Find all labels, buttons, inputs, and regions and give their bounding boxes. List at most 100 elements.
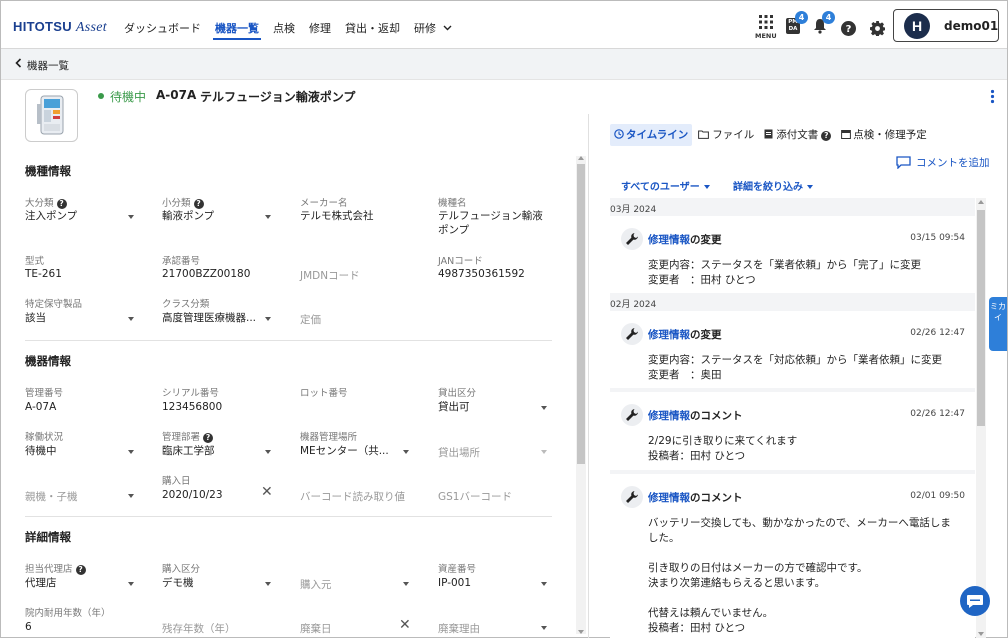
durable-years-label: 院内耐用年数（年）: [25, 608, 111, 619]
dropdown-arrow-icon[interactable]: [265, 215, 271, 219]
dropdown-arrow-icon[interactable]: [265, 450, 271, 454]
timeline-scrollbar[interactable]: [976, 198, 986, 638]
approval-no-label: 承認番号: [162, 256, 201, 267]
dropdown-arrow-icon[interactable]: [403, 450, 409, 454]
more-vert-icon[interactable]: [990, 89, 995, 104]
purchase-type-label: 購入区分: [162, 564, 201, 575]
clear-icon[interactable]: ✕: [399, 617, 411, 633]
asset-no-value[interactable]: IP-001: [438, 576, 471, 590]
scroll-thumb[interactable]: [977, 210, 985, 426]
detail-filter-dropdown[interactable]: 詳細を絞り込み: [733, 178, 813, 193]
nav-inspection[interactable]: 点検: [266, 1, 302, 49]
tab-files[interactable]: ファイル: [694, 124, 758, 146]
approval-no-value[interactable]: 21700BZZ00180: [162, 267, 250, 281]
dropdown-arrow-icon[interactable]: [128, 494, 134, 498]
user-name: demo01: [944, 19, 999, 33]
notifications-button[interactable]: 4: [813, 11, 835, 36]
lending-select[interactable]: 貸出可: [438, 400, 470, 414]
purchase-from-select[interactable]: 購入元: [300, 577, 332, 592]
dropdown-arrow-icon[interactable]: [128, 215, 134, 219]
dropdown-arrow-icon[interactable]: [541, 406, 547, 410]
side-tab[interactable]: ミカイ: [989, 297, 1007, 351]
pmda-button[interactable]: PM DA 4: [786, 11, 808, 36]
serial-no-value[interactable]: 123456800: [162, 400, 222, 414]
durable-years-value[interactable]: 6: [25, 620, 32, 634]
scroll-thumb[interactable]: [577, 164, 585, 464]
divider: [25, 516, 552, 517]
clear-icon[interactable]: ✕: [261, 484, 273, 500]
tab-timeline[interactable]: タイムライン: [610, 124, 693, 146]
dropdown-arrow-icon[interactable]: [541, 626, 547, 630]
disposal-reason-select[interactable]: 廃棄理由: [438, 621, 480, 636]
entry-body: バッテリー交換しても、動かなかったので、メーカーへ電話しました。 引き取りの日付…: [648, 517, 951, 634]
dropdown-arrow-icon[interactable]: [403, 582, 409, 586]
disposal-date-input[interactable]: 廃棄日: [300, 621, 332, 636]
jmdn-code-input[interactable]: JMDNコード: [300, 268, 360, 283]
gs1-barcode-input[interactable]: GS1バーコード: [438, 489, 512, 504]
left-scrollbar[interactable]: [576, 156, 586, 634]
minor-category-label: 小分類?: [162, 195, 204, 209]
price-input[interactable]: 定価: [300, 312, 321, 327]
purchase-type-select[interactable]: デモ機: [162, 576, 194, 590]
timeline-entry[interactable]: 修理情報のコメント 02/01 09:50 バッテリー交換しても、動かなかったの…: [610, 474, 975, 638]
nav-repair[interactable]: 修理: [302, 1, 338, 49]
maker-label: メーカー名: [300, 198, 348, 209]
caret-down-icon: [807, 185, 813, 189]
operation-select[interactable]: 待機中: [25, 444, 57, 458]
nav-dashboard[interactable]: ダッシュボード: [117, 1, 208, 49]
dropdown-arrow-icon[interactable]: [128, 450, 134, 454]
specified-select[interactable]: 該当: [25, 311, 46, 325]
dept-select[interactable]: 臨床工学部: [162, 444, 215, 458]
nav-training[interactable]: 研修: [407, 1, 459, 49]
lot-no-label[interactable]: ロット番号: [300, 385, 348, 399]
nav-lending[interactable]: 貸出・返却: [338, 1, 407, 49]
remaining-years-input[interactable]: 残存年数（年）: [162, 621, 236, 636]
menu-button[interactable]: MENU: [755, 15, 777, 43]
dropdown-arrow-icon[interactable]: [128, 317, 134, 321]
jan-code-value[interactable]: 4987350361592: [438, 267, 525, 281]
mgmt-no-value[interactable]: A-07A: [25, 400, 56, 414]
device-detail-panel: 機種情報 大分類? 注入ポンプ 小分類? 輸液ポンプ メーカー名 テルモ株式会社…: [1, 114, 589, 638]
back-link[interactable]: 機器一覧: [1, 49, 101, 79]
agency-select[interactable]: 代理店: [25, 576, 57, 590]
timeline-entry[interactable]: 修理情報の変更 03/15 09:54 変更内容：ステータスを「業者依頼」から「…: [610, 216, 975, 293]
lend-place-select[interactable]: 貸出場所: [438, 445, 480, 460]
model-name-value[interactable]: テルフュージョン輸液ポンプ: [438, 209, 553, 237]
location-select[interactable]: MEセンター（共...: [300, 444, 396, 458]
parent-child-select[interactable]: 親機・子機: [25, 489, 78, 504]
tab-attachments[interactable]: 添付文書?: [760, 124, 835, 146]
gear-icon[interactable]: [870, 21, 885, 36]
add-comment-button[interactable]: コメントを追加: [896, 155, 990, 170]
purchase-date-input[interactable]: 2020/10/23: [162, 488, 223, 502]
dropdown-arrow-icon[interactable]: [541, 582, 547, 586]
model-no-value[interactable]: TE-261: [25, 267, 62, 281]
entry-link[interactable]: 修理情報: [648, 492, 690, 504]
class-select[interactable]: 高度管理医療機器...: [162, 311, 257, 325]
barcode-input[interactable]: バーコード読み取り値: [300, 489, 405, 504]
minor-category-select[interactable]: 輸液ポンプ: [162, 209, 214, 223]
brand-logo[interactable]: HITOTSU Asset: [13, 19, 107, 36]
maker-value[interactable]: テルモ株式会社: [300, 209, 374, 223]
user-filter-dropdown[interactable]: すべてのユーザー: [621, 178, 710, 193]
entry-link[interactable]: 修理情報: [648, 234, 690, 246]
user-menu[interactable]: H demo01: [893, 9, 999, 42]
major-category-select[interactable]: 注入ポンプ: [25, 209, 77, 223]
divider: [25, 340, 552, 341]
chat-button[interactable]: [960, 586, 990, 616]
entry-link[interactable]: 修理情報: [648, 329, 690, 341]
nav-device-list[interactable]: 機器一覧: [208, 1, 266, 49]
scroll-down-icon[interactable]: [978, 632, 984, 636]
entry-link[interactable]: 修理情報: [648, 410, 690, 422]
dropdown-arrow-icon[interactable]: [541, 450, 547, 454]
dropdown-arrow-icon[interactable]: [265, 582, 271, 586]
scroll-down-icon[interactable]: [578, 630, 584, 634]
dropdown-arrow-icon[interactable]: [128, 582, 134, 586]
scroll-up-icon[interactable]: [578, 156, 584, 160]
timeline-panel: タイムライン ファイル 添付文書? 点検・修理予定 コメントを追加 すべてのユー…: [590, 114, 1007, 638]
help-icon[interactable]: ?: [841, 21, 856, 36]
tab-schedule[interactable]: 点検・修理予定: [837, 124, 931, 146]
scroll-up-icon[interactable]: [978, 200, 984, 204]
timeline-entry[interactable]: 修理情報のコメント 02/26 12:47 2/29に引き取りに来てくれます 投…: [610, 392, 975, 470]
timeline-entry[interactable]: 修理情報の変更 02/26 12:47 変更内容：ステータスを「対応依頼」から「…: [610, 311, 975, 388]
dropdown-arrow-icon[interactable]: [265, 317, 271, 321]
